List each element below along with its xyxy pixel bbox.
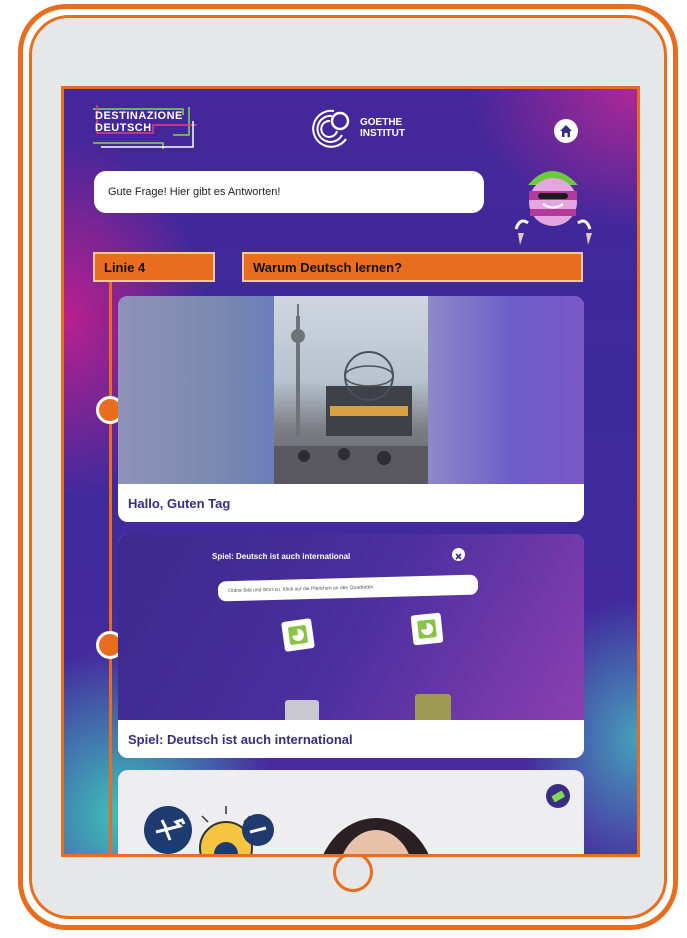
ticket-icon [551,790,565,803]
goethe-institut-logo: GOETHE INSTITUT [310,107,420,151]
logo-line-2: DEUTSCH [95,122,152,134]
topic-tag: Warum Deutsch lernen? [242,252,583,282]
goethe-swirl-icon [312,109,350,148]
timeline-line [109,282,112,854]
goethe-text: GOETHE INSTITUT [360,117,405,139]
speech-bubble: Gute Frage! Hier gibt es Antworten! [94,171,484,213]
video-card[interactable] [118,770,584,854]
berlin-world-clock-photo [274,296,428,484]
game-tile [410,612,444,646]
logo-line-1: DESTINAZIONE [95,110,183,122]
video-thumbnail [118,296,584,484]
game-instruction-text: Ordne Bild und Wort zu. Klick auf die Pf… [227,584,375,595]
line-tag-label: Linie 4 [104,259,146,275]
card-illustration [144,806,429,854]
card-title-text: Hallo, Guten Tag [128,495,231,511]
card-title-text: Spiel: Deutsch ist auch international [128,731,353,747]
home-icon [560,125,572,137]
game-tile [415,694,451,722]
game-tile [281,618,315,652]
close-x [455,553,462,560]
close-icon [452,548,465,561]
game-preview: Spiel: Deutsch ist auch international Or… [118,534,584,722]
game-card[interactable]: Spiel: Deutsch ist auch international Or… [118,534,584,758]
card-title: Hallo, Guten Tag [118,484,584,522]
goethe-line-1: GOETHE [360,117,403,128]
line-tag: Linie 4 [93,252,215,282]
speech-bubble-text: Gute Frage! Hier gibt es Antworten! [108,186,281,198]
topic-tag-label: Warum Deutsch lernen? [253,259,403,275]
logo-text: DESTINAZIONE DEUTSCH [95,110,183,134]
photo-illustration [274,304,428,484]
goethe-line-2: INSTITUT [360,128,405,139]
card-title: Spiel: Deutsch ist auch international [118,720,584,758]
ticket-badge [546,784,570,808]
game-instruction-box: Ordne Bild und Wort zu. Klick auf die Pf… [217,574,479,602]
destinazione-deutsch-logo: DESTINAZIONE DEUTSCH [93,105,203,151]
app-screen: DESTINAZIONE DEUTSCH GOETHE INSTITUT Gut… [61,86,640,857]
device-home-button[interactable] [333,852,373,892]
pie-icon [288,625,308,645]
mascot-character [514,171,592,245]
lesson-card[interactable]: Hallo, Guten Tag [118,296,584,522]
game-header: Spiel: Deutsch ist auch international [212,552,351,561]
game-tile [285,700,319,722]
pie-icon [417,619,437,639]
home-button[interactable] [554,119,578,143]
